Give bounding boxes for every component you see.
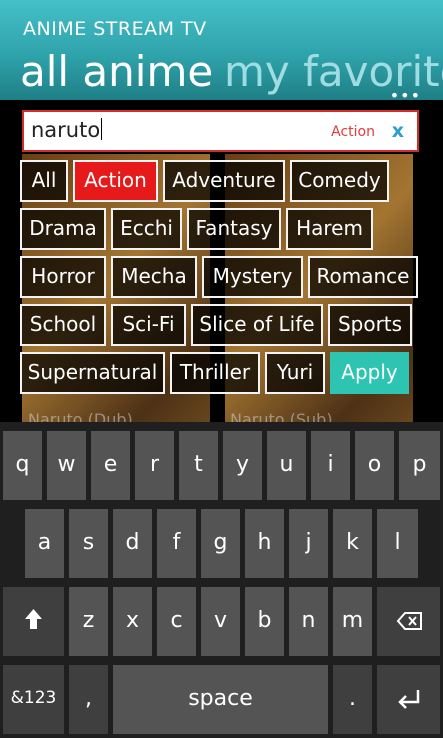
genre-chip-mecha[interactable]: Mecha [111,256,197,298]
active-filter-tag: Action [331,124,375,140]
key-m[interactable]: m [333,587,372,656]
key-i[interactable]: i [311,431,350,500]
key-o[interactable]: o [355,431,394,500]
genre-chip-school[interactable]: School [20,304,106,346]
comma-key[interactable]: , [69,665,108,734]
genre-chip-romance[interactable]: Romance [308,256,418,298]
genre-chip-action[interactable]: Action [73,160,158,202]
key-k[interactable]: k [333,509,372,578]
apply-button[interactable]: Apply [330,352,409,394]
key-d[interactable]: d [113,509,152,578]
key-u[interactable]: u [267,431,306,500]
key-q[interactable]: q [3,431,42,500]
genre-chip-slice-of-life[interactable]: Slice of Life [191,304,323,346]
key-g[interactable]: g [201,509,240,578]
genre-chip-yuri[interactable]: Yuri [265,352,325,394]
on-screen-keyboard: q w e r t y u i o p a s d f g h j k l z … [0,422,443,738]
genre-chip-scifi[interactable]: Sci-Fi [111,304,186,346]
key-l[interactable]: l [377,509,418,578]
key-a[interactable]: a [25,509,64,578]
key-f[interactable]: f [157,509,196,578]
genre-chip-ecchi[interactable]: Ecchi [111,208,182,250]
key-w[interactable]: w [47,431,86,500]
genre-chip-fantasy[interactable]: Fantasy [187,208,281,250]
backspace-key[interactable] [377,587,440,656]
key-c[interactable]: c [157,587,196,656]
key-b[interactable]: b [245,587,284,656]
genre-chip-supernatural[interactable]: Supernatural [20,352,165,394]
shift-key[interactable] [3,587,64,656]
period-key[interactable]: . [333,665,372,734]
backspace-icon [396,612,422,630]
enter-key[interactable] [377,665,440,734]
key-y[interactable]: y [223,431,262,500]
shift-arrow-icon [25,609,42,629]
key-z[interactable]: z [69,587,108,656]
genre-chip-thriller[interactable]: Thriller [170,352,260,394]
space-key[interactable]: space [113,665,328,734]
search-input[interactable]: naruto Action x [22,110,419,152]
app-title: ANIME STREAM TV [23,18,207,40]
key-r[interactable]: r [135,431,174,500]
key-x[interactable]: x [113,587,152,656]
app-header: ANIME STREAM TV all anime my favorite ••… [0,0,443,105]
key-h[interactable]: h [245,509,284,578]
search-input-value: naruto [31,118,103,142]
genre-chip-mystery[interactable]: Mystery [202,256,303,298]
genre-chip-drama[interactable]: Drama [20,208,106,250]
key-t[interactable]: t [179,431,218,500]
enter-arrow-icon [398,690,420,709]
genre-chip-all[interactable]: All [20,160,68,202]
genre-chip-horror[interactable]: Horror [20,256,106,298]
anime-title: Naruto (Dub) [28,410,133,422]
anime-title: Naruto (Sub) [230,410,333,422]
genre-chip-adventure[interactable]: Adventure [163,160,285,202]
genre-chip-sports[interactable]: Sports [328,304,412,346]
genre-chip-comedy[interactable]: Comedy [290,160,389,202]
numbers-key[interactable]: &123 [3,665,64,734]
key-e[interactable]: e [91,431,130,500]
key-j[interactable]: j [289,509,328,578]
pivot-all-anime[interactable]: all anime [20,48,213,96]
clear-search-button[interactable]: x [392,120,404,142]
key-v[interactable]: v [201,587,240,656]
key-p[interactable]: p [399,431,440,500]
text-caret [101,118,103,140]
key-s[interactable]: s [69,509,108,578]
key-n[interactable]: n [289,587,328,656]
genre-chip-harem[interactable]: Harem [286,208,373,250]
